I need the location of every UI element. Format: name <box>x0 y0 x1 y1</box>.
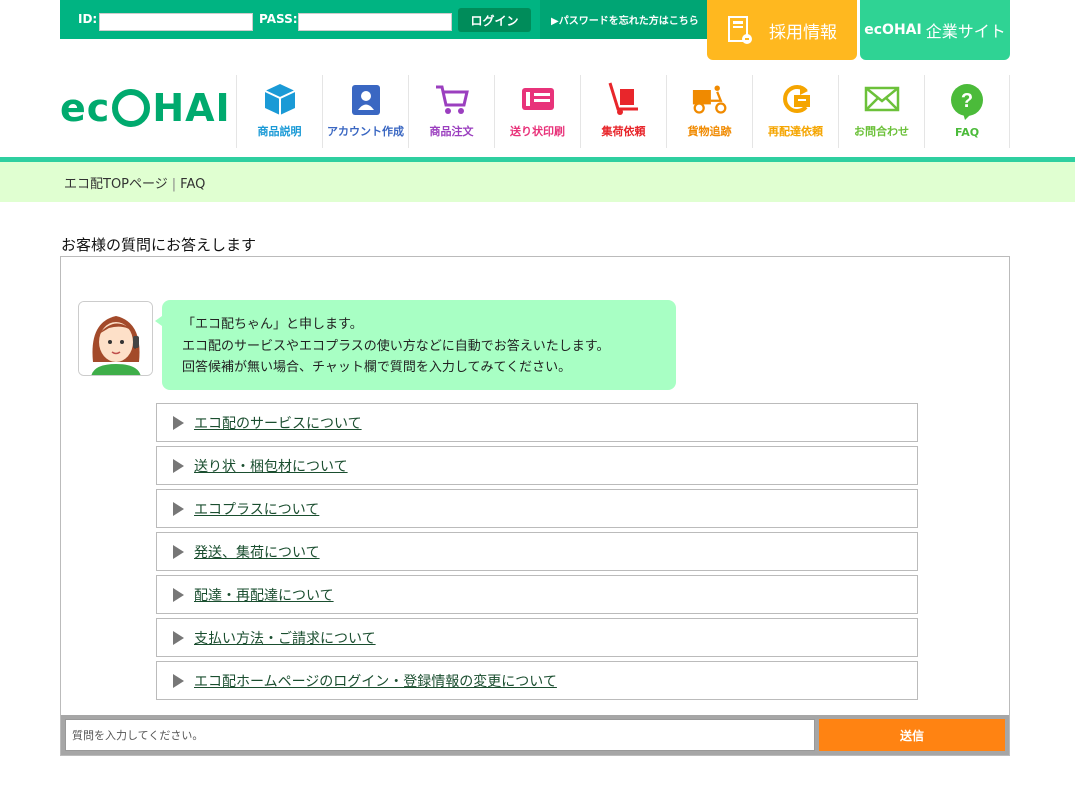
faq-link[interactable]: エコ配のサービスについて <box>194 413 362 433</box>
nav-label-faq: FAQ <box>954 126 980 139</box>
section-title: お客様の質問にお答えします <box>61 236 257 254</box>
id-label: ID: <box>78 12 98 26</box>
faq-item[interactable]: エコ配ホームページのログイン・登録情報の変更について <box>156 661 918 700</box>
nav-label-contact: お問合わせ <box>854 125 909 138</box>
cart-icon <box>434 81 470 117</box>
nav-label-redelivery: 再配達依頼 <box>768 125 823 138</box>
logo-text-left: ec <box>60 86 111 130</box>
bot-avatar <box>78 301 153 376</box>
faq-item[interactable]: 支払い方法・ご請求について <box>156 618 918 657</box>
faq-list: エコ配のサービスについて 送り状・梱包材について エコプラスについて 発送、集荷… <box>156 403 918 704</box>
faq-item[interactable]: 配達・再配達について <box>156 575 918 614</box>
password-input[interactable] <box>298 13 452 31</box>
nav-item-account[interactable]: アカウント作成 <box>322 75 408 148</box>
faq-item[interactable]: エコプラスについて <box>156 489 918 528</box>
bot-message-bubble: 「エコ配ちゃん」と申します。 エコ配のサービスやエコプラスの使い方などに自動でお… <box>155 300 676 390</box>
pass-label: PASS: <box>259 12 298 26</box>
chat-input[interactable]: 質問を入力してください。 <box>65 719 815 751</box>
triangle-right-icon <box>173 673 184 688</box>
recruit-label: 採用情報 <box>769 22 837 43</box>
breadcrumb-home-link[interactable]: エコ配TOPページ <box>64 177 168 192</box>
nav-item-print[interactable]: 送り状印刷 <box>494 75 580 148</box>
faq-link[interactable]: エコプラスについて <box>194 499 319 519</box>
triangle-right-icon <box>173 587 184 602</box>
corporate-logo: ecOHAI <box>864 22 922 38</box>
breadcrumb-separator: | <box>171 177 177 192</box>
redelivery-icon <box>778 81 814 117</box>
nav-item-order[interactable]: 商品注文 <box>408 75 494 148</box>
bot-message-line: エコ配のサービスやエコプラスの使い方などに自動でお答えいたします。 <box>182 338 610 354</box>
bot-message-line: 回答候補が無い場合、チャット欄で質問を入力してみてください。 <box>182 360 572 375</box>
recruit-document-icon <box>728 16 752 44</box>
nav-label-product: 商品説明 <box>257 125 302 138</box>
hand-truck-icon <box>606 81 642 117</box>
triangle-right-icon <box>173 630 184 645</box>
send-button[interactable]: 送信 <box>819 719 1005 751</box>
faq-item[interactable]: 発送、集荷について <box>156 532 918 571</box>
corporate-label: 企業サイト <box>925 22 1006 41</box>
corporate-site-link[interactable]: ecOHAI 企業サイト <box>860 0 1010 60</box>
faq-item[interactable]: 送り状・梱包材について <box>156 446 918 485</box>
triangle-right-icon <box>173 415 184 430</box>
faq-link[interactable]: 配達・再配達について <box>194 585 334 605</box>
forgot-password-link[interactable]: ▶パスワードを忘れた方はこちら <box>540 0 707 39</box>
triangle-right-icon <box>173 458 184 473</box>
triangle-right-icon <box>173 544 184 559</box>
login-bar: ID: PASS: ログイン ▶パスワードを忘れた方はこちら <box>60 0 707 39</box>
breadcrumb-bar: エコ配TOPページ | FAQ <box>0 162 1075 202</box>
nav-label-account: アカウント作成 <box>327 125 404 138</box>
nav-item-faq[interactable]: ? FAQ <box>924 75 1010 148</box>
id-input[interactable] <box>99 13 253 31</box>
breadcrumb-current: FAQ <box>180 177 206 192</box>
nav-item-redelivery[interactable]: 再配達依頼 <box>752 75 838 148</box>
faq-link[interactable]: 発送、集荷について <box>194 542 320 562</box>
chat-panel: 「エコ配ちゃん」と申します。 エコ配のサービスやエコプラスの使い方などに自動でお… <box>60 256 1010 756</box>
login-button[interactable]: ログイン <box>458 8 531 32</box>
faq-link[interactable]: エコ配ホームページのログイン・登録情報の変更について <box>194 671 557 691</box>
ticket-icon <box>520 81 556 117</box>
nav-item-tracking[interactable]: 貨物追跡 <box>666 75 752 148</box>
svg-text:?: ? <box>961 90 973 112</box>
nav-label-print: 送り状印刷 <box>510 125 565 138</box>
breadcrumb: エコ配TOPページ | FAQ <box>64 173 205 192</box>
faq-item[interactable]: エコ配のサービスについて <box>156 403 918 442</box>
delivery-bike-icon <box>692 81 728 117</box>
faq-link[interactable]: 送り状・梱包材について <box>194 456 348 476</box>
page: ID: PASS: ログイン ▶パスワードを忘れた方はこちら 採用情報 ecOH… <box>0 0 1075 800</box>
nav-label-pickup: 集荷依頼 <box>601 125 646 138</box>
box-icon <box>262 81 298 117</box>
main-nav: 商品説明 アカウント作成 商品注文 送り状印刷 集荷依頼 貨物追跡 再配達依頼 … <box>236 75 1010 148</box>
chat-input-bar: 質問を入力してください。 送信 <box>61 715 1009 755</box>
nav-item-pickup[interactable]: 集荷依頼 <box>580 75 666 148</box>
id-card-icon <box>348 81 384 117</box>
nav-item-contact[interactable]: お問合わせ <box>838 75 924 148</box>
faq-link[interactable]: 支払い方法・ご請求について <box>194 628 376 648</box>
triangle-right-icon <box>173 501 184 516</box>
recruit-link[interactable]: 採用情報 <box>707 0 857 60</box>
nav-item-product[interactable]: 商品説明 <box>236 75 322 148</box>
question-icon: ? <box>949 84 985 120</box>
bot-message-line: 「エコ配ちゃん」と申します。 <box>182 317 363 332</box>
logo-circle <box>112 89 151 127</box>
nav-label-order: 商品注文 <box>429 125 474 138</box>
ecohai-logo[interactable]: ec HAI <box>60 86 231 130</box>
mail-icon <box>864 81 900 117</box>
nav-label-tracking: 貨物追跡 <box>687 125 732 138</box>
logo-text-right: HAI <box>152 86 231 130</box>
